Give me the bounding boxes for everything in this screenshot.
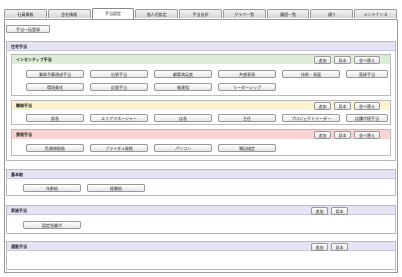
position-add-button[interactable]: 追加 bbox=[314, 102, 331, 110]
base-section: 基本給 年齢給 経験給 bbox=[6, 169, 396, 196]
base-item[interactable]: 経験給 bbox=[87, 184, 145, 192]
incentive-item[interactable]: リーダーシップ bbox=[218, 83, 276, 91]
qualification-item[interactable]: パソコン bbox=[154, 144, 212, 152]
tab-company-info[interactable]: 会社情報 bbox=[47, 9, 91, 18]
tab-individual-settings[interactable]: 個人別設定 bbox=[135, 9, 179, 18]
position-subsection: 職務手当 追加 見本 並べ替え 部長 エリアマネージャー 店長 主任 プロジェク… bbox=[11, 100, 391, 125]
position-item[interactable]: 店舗代理手当 bbox=[346, 114, 388, 122]
incentive-item[interactable]: 報連相 bbox=[154, 83, 212, 91]
position-item[interactable]: 部長 bbox=[26, 114, 84, 122]
position-item[interactable]: プロジェクトリーダー bbox=[282, 114, 340, 122]
qualification-item[interactable]: 危険物取扱 bbox=[26, 144, 84, 152]
commute-section: 通勤手当 追加 見本 bbox=[6, 241, 396, 270]
incentive-item[interactable]: 顧客満足度 bbox=[154, 70, 212, 78]
qualification-subsection: 資格手当 追加 見本 並べ替え 危険物取扱 ブライダル資格 パソコン 簿記検定 bbox=[11, 129, 391, 156]
qualification-add-button[interactable]: 追加 bbox=[314, 131, 331, 139]
family-allowance-sample-button[interactable]: 見本 bbox=[331, 207, 348, 215]
base-section-title: 基本給 bbox=[11, 172, 23, 177]
position-item[interactable]: 店長 bbox=[154, 114, 212, 122]
family-allowance-title: 家族手当 bbox=[11, 208, 27, 213]
tab-bar: 社員情報 会社情報 手当設定 個人別設定 手当自択 グラフ一覧 履歴一覧 通り … bbox=[4, 8, 398, 19]
incentive-item[interactable]: 技術・発展 bbox=[282, 70, 340, 78]
family-allowance-item[interactable]: 固定残業代 bbox=[23, 221, 81, 229]
family-allowance-add-button[interactable]: 追加 bbox=[311, 207, 328, 215]
position-sample-button[interactable]: 見本 bbox=[334, 102, 351, 110]
incentive-sort-button[interactable]: 並べ替え bbox=[354, 56, 380, 64]
allowance-section: 住宅手当 インセンティブ手当 追加 見本 並べ替え 業務予算達成手当 出張手当 … bbox=[6, 41, 396, 161]
incentive-item[interactable]: 出張手当 bbox=[90, 70, 148, 78]
qualification-item[interactable]: ブライダル資格 bbox=[90, 144, 148, 152]
commute-add-button[interactable]: 追加 bbox=[311, 243, 328, 251]
position-item[interactable]: 主任 bbox=[218, 114, 276, 122]
tab-history-list[interactable]: 履歴一覧 bbox=[266, 9, 310, 18]
tab-route[interactable]: 通り bbox=[310, 9, 354, 18]
incentive-title: インセンティブ手当 bbox=[16, 57, 52, 62]
incentive-item[interactable]: 共感表現 bbox=[218, 70, 276, 78]
incentive-item[interactable]: 環境美化 bbox=[26, 83, 84, 91]
incentive-item[interactable]: 応援手当 bbox=[90, 83, 148, 91]
qualification-sample-button[interactable]: 見本 bbox=[334, 131, 351, 139]
incentive-item[interactable]: 面接手当 bbox=[346, 70, 388, 78]
allowance-section-title: 住宅手当 bbox=[11, 44, 27, 49]
commute-sample-button[interactable]: 見本 bbox=[331, 243, 348, 251]
family-allowance-section: 家族手当 追加 見本 固定残業代 bbox=[6, 205, 396, 234]
position-sort-button[interactable]: 並べ替え bbox=[354, 102, 380, 110]
incentive-sample-button[interactable]: 見本 bbox=[334, 56, 351, 64]
incentive-subsection: インセンティブ手当 追加 見本 並べ替え 業務予算達成手当 出張手当 顧客満足度… bbox=[11, 54, 391, 96]
qualification-sort-button[interactable]: 並べ替え bbox=[354, 131, 380, 139]
qualification-title: 資格手当 bbox=[16, 132, 32, 137]
allowance-section-header: 住宅手当 bbox=[7, 42, 395, 51]
position-item[interactable]: エリアマネージャー bbox=[90, 114, 148, 122]
commute-section-title: 通勤手当 bbox=[11, 244, 27, 249]
tab-maintenance[interactable]: メンテナンス bbox=[354, 9, 398, 18]
qualification-item[interactable]: 簿記検定 bbox=[218, 144, 276, 152]
tab-employee-info[interactable]: 社員情報 bbox=[4, 9, 47, 18]
base-item[interactable]: 年齢給 bbox=[23, 184, 81, 192]
incentive-add-button[interactable]: 追加 bbox=[314, 56, 331, 64]
base-section-header: 基本給 bbox=[7, 170, 395, 179]
bulk-register-button[interactable]: 手当一括登録 bbox=[6, 25, 50, 33]
incentive-item[interactable]: 業務予算達成手当 bbox=[26, 70, 84, 78]
position-title: 職務手当 bbox=[16, 103, 32, 108]
tab-allowance-select[interactable]: 手当自択 bbox=[179, 9, 222, 18]
tab-graph-list[interactable]: グラフ一覧 bbox=[222, 9, 266, 18]
tab-allowance-settings[interactable]: 手当設定 bbox=[91, 8, 135, 19]
